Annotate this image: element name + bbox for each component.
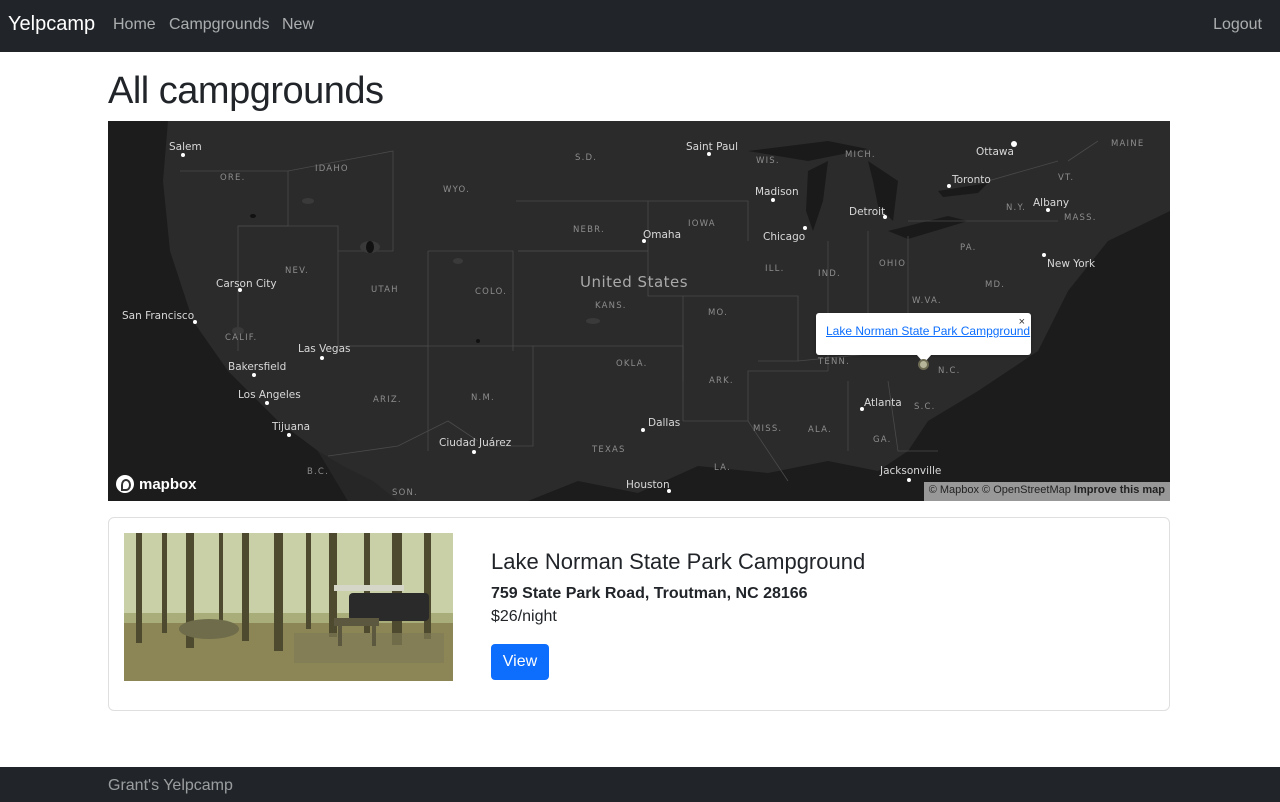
state-label: MICH.	[845, 150, 876, 160]
mapbox-logo-text: mapbox	[139, 475, 197, 493]
popup-close-button[interactable]: ×	[1019, 316, 1025, 328]
city-label: Chicago	[763, 231, 805, 243]
state-label: ILL.	[765, 264, 784, 274]
state-label: MISS.	[753, 424, 782, 434]
state-label: NEBR.	[573, 225, 605, 235]
city-label: Los Angeles	[238, 389, 301, 401]
map-canvas[interactable]: United States ORE. IDAHO WYO. S.D. NEBR.…	[108, 121, 1170, 501]
state-label: W.VA.	[912, 296, 942, 306]
state-label: ARK.	[709, 376, 734, 386]
state-label: S.D.	[575, 153, 597, 163]
country-label: United States	[580, 273, 688, 291]
state-label: MO.	[708, 308, 728, 318]
city-label: Houston	[626, 479, 670, 491]
state-label: MD.	[985, 280, 1005, 290]
city-label: Detroit	[849, 206, 885, 218]
state-label: IOWA	[688, 219, 716, 229]
state-label: IND.	[818, 269, 841, 279]
view-campground-button[interactable]: View	[491, 644, 549, 680]
state-label: MAINE	[1111, 139, 1144, 149]
city-label: Madison	[755, 186, 799, 198]
campground-price: $26/night	[491, 608, 557, 625]
brand-link[interactable]: Yelpcamp	[8, 13, 95, 36]
page-title: All campgrounds	[108, 70, 384, 112]
state-label: S.C.	[914, 402, 936, 412]
state-label: COLO.	[475, 287, 507, 297]
footer: Grant's Yelpcamp	[0, 767, 1280, 802]
city-label: Carson City	[216, 278, 277, 290]
campsite-photo	[124, 533, 453, 681]
city-label: Ciudad Juárez	[439, 437, 512, 449]
state-label: UTAH	[371, 285, 399, 295]
city-label: Tijuana	[271, 421, 310, 433]
mapbox-logo[interactable]: mapbox	[116, 475, 197, 493]
cluster-map[interactable]: United States ORE. IDAHO WYO. S.D. NEBR.…	[108, 121, 1170, 501]
state-label: IDAHO	[315, 164, 349, 174]
footer-text: Grant's Yelpcamp	[108, 777, 233, 794]
state-label: ARIZ.	[373, 395, 402, 405]
lake-michigan	[806, 161, 828, 231]
nav-home-link[interactable]: Home	[113, 16, 156, 34]
campground-title: Lake Norman State Park Campground	[491, 549, 866, 574]
nav-campgrounds-link[interactable]: Campgrounds	[169, 16, 270, 34]
logout-link[interactable]: Logout	[1213, 16, 1262, 34]
state-label: B.C.	[307, 467, 329, 477]
city-label: Ottawa	[976, 146, 1014, 158]
map-popup: Lake Norman State Park Campground ×	[816, 313, 1031, 355]
attribution-text[interactable]: © Mapbox © OpenStreetMap	[929, 484, 1071, 496]
city-label: Salem	[169, 141, 202, 153]
state-label: N.C.	[938, 366, 961, 376]
state-label: KANS.	[595, 301, 627, 311]
state-label: ORE.	[220, 173, 245, 183]
state-label: WIS.	[756, 156, 780, 166]
navbar: Yelpcamp Home Campgrounds New Logout	[0, 0, 1280, 52]
city-label: Bakersfield	[228, 361, 286, 373]
state-label: N.Y.	[1006, 203, 1026, 213]
lake-spots	[250, 214, 480, 343]
campground-image	[124, 533, 453, 681]
city-label: Omaha	[643, 229, 681, 241]
state-label: OHIO	[879, 259, 906, 269]
state-label: CALIF.	[225, 333, 257, 343]
state-label: GA.	[873, 435, 892, 445]
state-label: PA.	[960, 243, 977, 253]
map-attribution: © Mapbox © OpenStreetMap Improve this ma…	[923, 482, 1170, 501]
campground-address: 759 State Park Road, Troutman, NC 28166	[491, 585, 808, 602]
city-label: Saint Paul	[686, 141, 738, 153]
city-label: Atlanta	[864, 397, 902, 409]
state-label: VT.	[1058, 173, 1074, 183]
state-label: WYO.	[443, 185, 470, 195]
state-label: ALA.	[808, 425, 832, 435]
state-label: TEXAS	[591, 445, 626, 455]
mapbox-icon	[116, 475, 134, 493]
city-label: Las Vegas	[298, 343, 351, 355]
city-label: San Francisco	[122, 310, 194, 322]
city-label: New York	[1047, 258, 1096, 270]
state-label: N.M.	[471, 393, 495, 403]
state-label: NEV.	[285, 266, 309, 276]
popup-campground-link[interactable]: Lake Norman State Park Campground	[826, 324, 1030, 338]
campground-marker[interactable]	[918, 359, 929, 370]
state-label: MASS.	[1064, 213, 1097, 223]
city-label: Toronto	[951, 174, 991, 186]
city-label: Dallas	[648, 417, 680, 429]
city-label: Jacksonville	[879, 465, 941, 477]
city-label: Albany	[1033, 197, 1069, 209]
state-label: LA.	[714, 463, 731, 473]
state-label: TENN.	[817, 357, 850, 367]
nav-new-link[interactable]: New	[282, 16, 314, 34]
improve-map-link[interactable]: Improve this map	[1074, 484, 1165, 496]
state-label: OKLA.	[616, 359, 648, 369]
lake-erie	[888, 216, 968, 239]
campground-card: Lake Norman State Park Campground 759 St…	[108, 517, 1170, 711]
state-label: SON.	[392, 488, 418, 498]
